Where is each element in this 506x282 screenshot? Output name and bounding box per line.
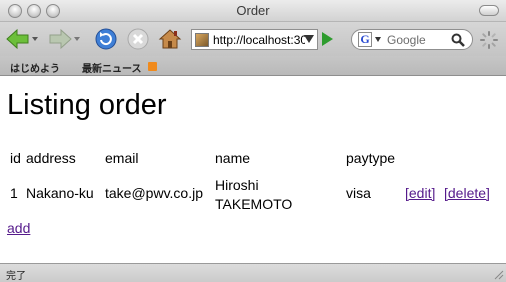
page-content: Listing order id address email name payt… [0,77,506,263]
column-header-id: id [10,150,21,166]
column-header-name: name [215,150,251,166]
bookmarks-bar: はじめよう 最新ニュース [0,56,506,76]
delete-link[interactable]: [delete] [444,185,490,201]
stop-icon [127,28,149,50]
search-input[interactable]: Google [387,33,443,47]
url-history-dropdown-icon[interactable] [304,35,314,43]
column-header-paytype: paytype [346,150,396,166]
page-title: Listing order [7,89,167,121]
cell-email: take@pwv.co.jp [105,185,203,201]
status-text: 完了 [6,271,26,282]
search-bar[interactable]: G Google [351,29,473,50]
site-favicon-icon [195,32,209,47]
window-titlebar: Order [0,0,506,22]
search-icon[interactable] [451,33,465,47]
column-header-email: email [105,150,139,166]
bookmark-latest-news[interactable]: 最新ニュース [82,60,142,75]
add-link[interactable]: add [7,220,30,236]
edit-link[interactable]: [edit] [405,185,435,201]
url-bar[interactable]: http://localhost:3000/orders [191,29,318,50]
column-header-address: address [26,150,76,166]
url-text[interactable]: http://localhost:3000/orders [213,33,305,47]
home-icon [158,29,182,49]
forward-arrow-icon [49,28,80,50]
rss-feed-icon [148,62,157,71]
go-arrow-icon[interactable] [322,32,333,46]
google-engine-icon[interactable]: G [358,32,372,47]
stop-button[interactable] [126,27,150,51]
bookmark-getting-started[interactable]: はじめよう [10,60,60,75]
toolbar-toggle-button[interactable] [479,5,499,16]
back-button[interactable] [4,27,40,51]
navigation-toolbar: http://localhost:3000/orders G Google [0,22,506,56]
cell-paytype: visa [346,185,371,201]
window-title: Order [236,3,270,18]
resize-grip-icon[interactable] [492,268,504,280]
back-arrow-icon [6,28,38,50]
cell-address: Nakano-ku [26,185,94,201]
cell-name-first: Hiroshi [215,177,259,193]
cell-name-last: TAKEMOTO [215,196,293,212]
home-button[interactable] [158,27,182,51]
reload-button[interactable] [94,27,118,51]
search-engine-dropdown-icon[interactable] [375,37,381,42]
loading-throbber-icon [480,31,498,49]
status-bar: 完了 [0,263,506,282]
forward-button[interactable] [46,27,82,51]
reload-icon [95,28,117,50]
cell-name: Hiroshi TAKEMOTO [215,176,292,214]
cell-id: 1 [10,185,18,201]
